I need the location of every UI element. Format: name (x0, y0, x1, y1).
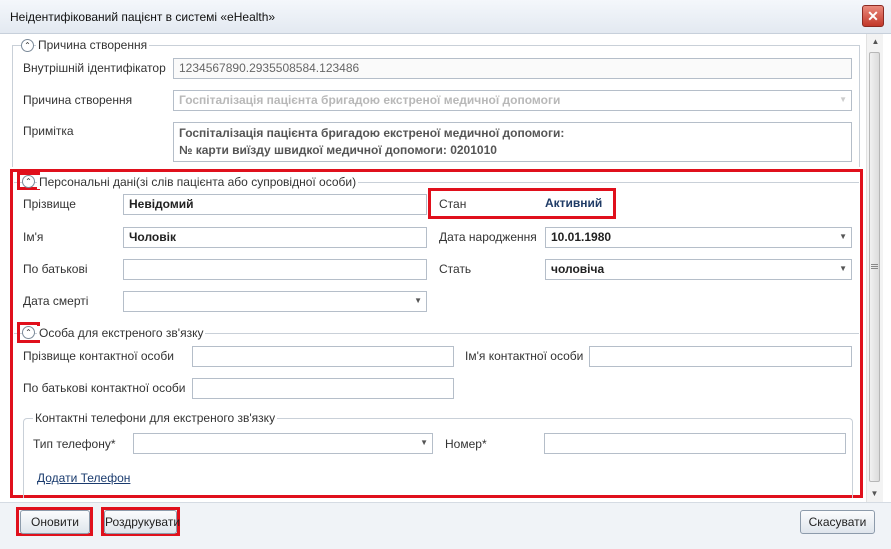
phone-type-select[interactable]: ▼ (133, 433, 433, 454)
chevron-down-icon[interactable]: ▼ (839, 232, 847, 241)
sex-value: чоловіча (551, 262, 605, 276)
scroll-down-icon[interactable]: ▼ (866, 486, 883, 502)
update-button[interactable]: Оновити (20, 510, 90, 534)
scrollbar-grip (871, 264, 878, 265)
add-phone-link[interactable]: Додати Телефон (37, 471, 130, 485)
collapse-personal-icon[interactable]: ⌃ (22, 175, 35, 188)
contact-name-field[interactable] (589, 346, 852, 367)
name-label: Ім'я (23, 230, 44, 244)
birth-date-picker[interactable]: 10.01.1980 ▼ (545, 227, 852, 248)
patronymic-label: По батькові (23, 262, 88, 276)
chevron-down-icon: ▼ (839, 264, 847, 273)
section-reason-right-border (859, 45, 860, 167)
cancel-button[interactable]: Скасувати (800, 510, 875, 534)
section-contact-legend: Особа для екстреного зв'язку (37, 326, 206, 340)
phones-legend: Контактні телефони для екстреного зв'язк… (33, 411, 278, 425)
surname-field[interactable]: Невідомий (123, 194, 427, 215)
surname-label: Прізвище (23, 197, 76, 211)
death-date-picker[interactable]: ▼ (123, 291, 427, 312)
internal-id-label: Внутрішній ідентифікатор (23, 61, 166, 75)
scroll-up-icon[interactable]: ▲ (867, 34, 884, 50)
birth-date-label: Дата народження (439, 230, 537, 244)
print-button[interactable]: Роздрукувати (104, 510, 180, 534)
phone-number-field[interactable] (544, 433, 846, 454)
status-value: Активний (545, 196, 603, 210)
collapse-reason-icon[interactable]: ⌃ (21, 39, 34, 52)
contact-name-label: Ім'я контактної особи (465, 349, 584, 363)
window-title: Неідентифікований пацієнт в системі «eHe… (10, 10, 276, 24)
internal-id-field[interactable]: 1234567890.2935508584.123486 (173, 58, 852, 79)
reason-label: Причина створення (23, 93, 133, 107)
chevron-down-icon[interactable]: ▼ (414, 296, 422, 305)
sex-select[interactable]: чоловіча ▼ (545, 259, 852, 280)
reason-select[interactable]: Госпіталізація пацієнта бригадою екстрен… (173, 90, 852, 111)
note-textarea[interactable]: Госпіталізація пацієнта бригадою екстрен… (173, 122, 852, 162)
sex-label: Стать (439, 262, 472, 276)
contact-surname-label: Прізвище контактної особи (23, 349, 174, 363)
chevron-down-icon: ▼ (839, 95, 847, 104)
note-line-1: Госпіталізація пацієнта бригадою екстрен… (179, 126, 565, 140)
section-reason-legend: Причина створення (36, 38, 150, 52)
close-button[interactable]: ✕ (862, 5, 884, 27)
note-line-2: № карти виїзду швидкої медичної допомоги… (179, 143, 497, 157)
reason-value: Госпіталізація пацієнта бригадою екстрен… (179, 93, 561, 107)
birth-date-value: 10.01.1980 (551, 230, 612, 244)
contact-patronymic-label: По батькові контактної особи (23, 381, 186, 395)
phones-group (23, 418, 853, 498)
phone-type-label: Тип телефону* (33, 437, 116, 451)
contact-patronymic-field[interactable] (192, 378, 454, 399)
close-icon: ✕ (867, 8, 879, 24)
contact-surname-field[interactable] (192, 346, 454, 367)
scrollbar-thumb[interactable] (869, 52, 880, 482)
death-date-label: Дата смерті (23, 294, 89, 308)
section-reason-left-border (12, 45, 13, 167)
chevron-down-icon: ▼ (420, 438, 428, 447)
status-label: Стан (439, 197, 467, 211)
note-label: Примітка (23, 124, 74, 138)
collapse-contact-icon[interactable]: ⌃ (22, 326, 35, 339)
name-field[interactable]: Чоловік (123, 227, 427, 248)
section-personal-legend: Персональні дані(зі слів пацієнта або су… (37, 175, 359, 189)
phone-number-label: Номер* (445, 437, 487, 451)
patronymic-field[interactable] (123, 259, 427, 280)
